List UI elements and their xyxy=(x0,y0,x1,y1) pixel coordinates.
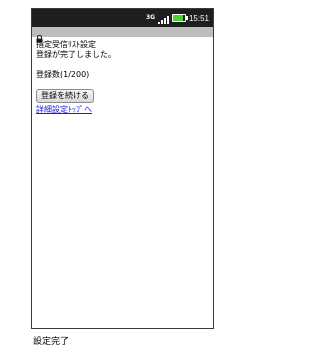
clock: 15:51 xyxy=(188,13,209,23)
page-title: 指定受信ﾘｽﾄ設定 xyxy=(36,40,96,49)
network-type-badge: 3G xyxy=(145,14,156,21)
phone-screen: 3G 15:51 指定受信ﾘｽﾄ設定 登録が完了しました。 登録数(1/200)… xyxy=(31,8,214,329)
registration-count: 登録数(1/200) xyxy=(36,70,90,79)
status-bar: 3G 15:51 xyxy=(32,9,213,27)
notification-bar xyxy=(32,27,213,43)
screen-caption: 設定完了 xyxy=(33,337,70,347)
page-content: 指定受信ﾘｽﾄ設定 登録が完了しました。 登録数(1/200) 登録を続ける 詳… xyxy=(36,40,209,115)
battery-cap xyxy=(185,16,188,20)
continue-registration-button[interactable]: 登録を続ける xyxy=(36,89,94,103)
completion-message: 登録が完了しました。 xyxy=(36,50,116,59)
settings-top-link[interactable]: 詳細設定ﾄｯﾌﾟへ xyxy=(36,105,209,115)
battery-icon xyxy=(171,14,188,22)
signal-strength-icon xyxy=(157,9,169,28)
battery-level-fill xyxy=(172,15,183,21)
status-icons: 3G 15:51 xyxy=(146,11,209,25)
